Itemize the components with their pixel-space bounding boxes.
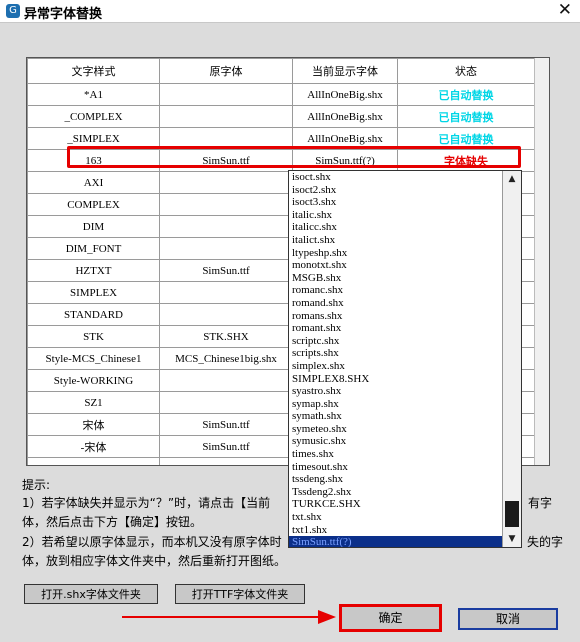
original-font-cell xyxy=(159,171,293,194)
app-icon: G xyxy=(6,4,20,18)
dropdown-option[interactable]: syastro.shx xyxy=(289,385,521,398)
dropdown-option[interactable]: italic.shx xyxy=(289,209,521,222)
dropdown-option[interactable]: italicc.shx xyxy=(289,221,521,234)
annotation-arrow-icon xyxy=(122,610,336,624)
current-font-cell[interactable]: AllInOneBig.shx xyxy=(292,83,398,106)
column-header-style[interactable]: 文字样式 xyxy=(27,58,160,84)
style-cell: STK xyxy=(27,325,160,348)
style-cell: COMPLEX xyxy=(27,193,160,216)
table-header-row: 文字样式 原字体 当前显示字体 状态 xyxy=(27,58,535,84)
table-row[interactable]: *A1 AllInOneBig.shx 已自动替换 xyxy=(27,83,535,106)
dropdown-option[interactable]: romans.shx xyxy=(289,310,521,323)
dropdown-option[interactable]: isoct2.shx xyxy=(289,184,521,197)
dropdown-option[interactable]: symusic.shx xyxy=(289,435,521,448)
hint-line-1: 1）若字体缺失并显示为“？”时，请点击【当前 xyxy=(22,496,271,510)
original-font-cell: SimSun.ttf xyxy=(159,435,293,458)
dropdown-option[interactable]: isoct.shx xyxy=(289,171,521,184)
column-header-current-font[interactable]: 当前显示字体 xyxy=(292,58,398,84)
original-font-cell xyxy=(159,391,293,414)
original-font-cell xyxy=(159,281,293,304)
original-font-cell xyxy=(159,457,293,465)
dropdown-option[interactable]: symap.shx xyxy=(289,398,521,411)
open-shx-folder-button[interactable]: 打开.shx字体文件夹 xyxy=(24,584,158,604)
ok-button[interactable]: 确定 xyxy=(339,604,442,632)
original-font-cell xyxy=(159,105,293,128)
style-cell: DIM xyxy=(27,215,160,238)
dropdown-option[interactable]: symeteo.shx xyxy=(289,423,521,436)
table-scrollbar[interactable] xyxy=(534,58,549,465)
title-bar: G 异常字体替换 ✕ xyxy=(0,0,580,23)
dropdown-option[interactable]: SIMPLEX8.SHX xyxy=(289,373,521,386)
status-cell: 已自动替换 xyxy=(397,105,535,128)
hint-line-3-tail: 失的字 xyxy=(527,535,564,549)
dropdown-option[interactable]: ltypeshp.shx xyxy=(289,247,521,260)
scroll-up-icon[interactable]: ▲ xyxy=(506,173,518,185)
original-font-cell: MCS_Chinese1big.shx xyxy=(159,347,293,370)
original-font-cell xyxy=(159,303,293,326)
dropdown-option[interactable]: scriptc.shx xyxy=(289,335,521,348)
original-font-cell xyxy=(159,237,293,260)
column-header-status[interactable]: 状态 xyxy=(397,58,535,84)
hint-line-3: 2）若希望以原字体显示，而本机又没有原字体时 xyxy=(22,535,282,549)
current-font-cell[interactable]: AllInOneBig.shx xyxy=(292,105,398,128)
close-button[interactable]: ✕ xyxy=(558,0,572,20)
style-cell: Style-WORKING xyxy=(27,369,160,392)
hint-line-4: 体，放到相应字体文件夹中，然后重新打开图纸。 xyxy=(22,554,287,568)
hint-heading: 提示: xyxy=(22,478,51,492)
open-ttf-folder-button[interactable]: 打开TTF字体文件夹 xyxy=(175,584,305,604)
dropdown-option[interactable]: romant.shx xyxy=(289,322,521,335)
original-font-cell xyxy=(159,193,293,216)
style-cell: Style-MCS_Chinese1 xyxy=(27,347,160,370)
missing-font-highlight xyxy=(67,146,521,168)
dropdown-option[interactable]: simplex.shx xyxy=(289,360,521,373)
style-cell: DIM_FONT xyxy=(27,237,160,260)
dropdown-option[interactable]: romand.shx xyxy=(289,297,521,310)
original-font-cell xyxy=(159,369,293,392)
dropdown-option[interactable]: isoct3.shx xyxy=(289,196,521,209)
hint-line-2: 体，然后点击下方【确定】按钮。 xyxy=(22,515,203,529)
dropdown-option[interactable]: symath.shx xyxy=(289,410,521,423)
cancel-button[interactable]: 取消 xyxy=(458,608,558,630)
original-font-cell: SimSun.ttf xyxy=(159,413,293,436)
style-cell: *A1 xyxy=(27,83,160,106)
hint-line-1-tail: 有字 xyxy=(528,496,553,510)
original-font-cell: STK.SHX xyxy=(159,325,293,348)
table-row[interactable]: _COMPLEX AllInOneBig.shx 已自动替换 xyxy=(27,105,535,128)
style-cell xyxy=(27,457,160,465)
dropdown-option[interactable]: timesout.shx xyxy=(289,461,521,474)
dropdown-option[interactable]: romanc.shx xyxy=(289,284,521,297)
style-cell: -宋体 xyxy=(27,435,160,458)
style-cell: _COMPLEX xyxy=(27,105,160,128)
dropdown-option[interactable]: times.shx xyxy=(289,448,521,461)
original-font-cell xyxy=(159,83,293,106)
original-font-cell xyxy=(159,215,293,238)
window-title: 异常字体替换 xyxy=(24,7,103,22)
dropdown-option[interactable]: MSGB.shx xyxy=(289,272,521,285)
dropdown-option[interactable]: italict.shx xyxy=(289,234,521,247)
dropdown-option[interactable]: monotxt.shx xyxy=(289,259,521,272)
style-cell: STANDARD xyxy=(27,303,160,326)
style-cell: SZ1 xyxy=(27,391,160,414)
style-cell: AXI xyxy=(27,171,160,194)
original-font-cell: SimSun.ttf xyxy=(159,259,293,282)
style-cell: 宋体 xyxy=(27,413,160,436)
style-cell: HZTXT xyxy=(27,259,160,282)
column-header-original-font[interactable]: 原字体 xyxy=(159,58,293,84)
status-cell: 已自动替换 xyxy=(397,83,535,106)
style-cell: SIMPLEX xyxy=(27,281,160,304)
dropdown-option[interactable]: scripts.shx xyxy=(289,347,521,360)
